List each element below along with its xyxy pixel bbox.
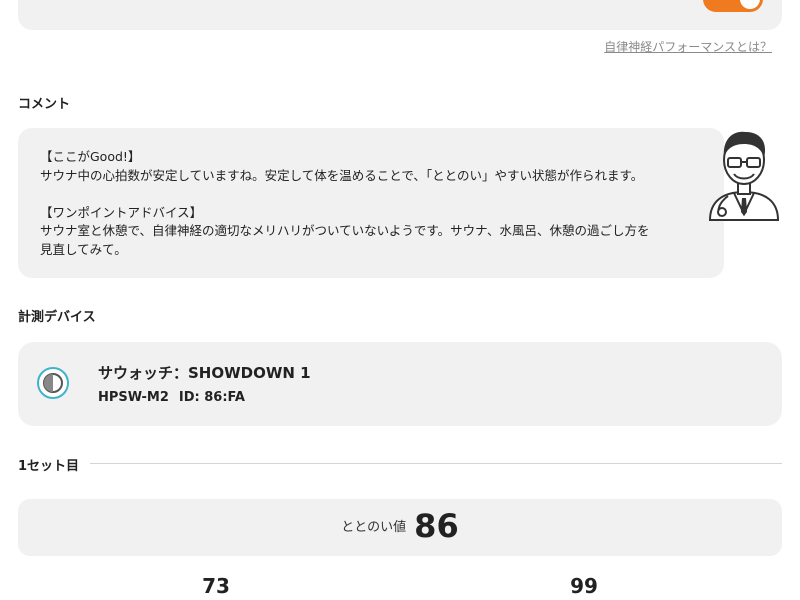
score-value: 86: [414, 507, 459, 545]
totonoi-score-card: ととのい値 86: [18, 499, 782, 556]
set-divider: [90, 463, 782, 464]
device-model: HPSW-M2: [98, 390, 169, 405]
comment-bubble: 【ここがGood!】 サウナ中の心拍数が安定していますね。安定して体を温めること…: [18, 128, 724, 278]
advice-text-line1: サウナ室と休憩で、自律神経の適切なメリハリがついていないようです。サウナ、水風呂…: [40, 223, 650, 238]
device-model-line: HPSW-M2 ID: 86:FA: [98, 390, 255, 405]
watch-device-icon: [37, 367, 69, 399]
device-name: サウォッチ：SHOWDOWN 1: [98, 364, 311, 382]
stat-left-value: 73: [202, 574, 230, 598]
advice-text-line2: 見直してみて。: [40, 241, 127, 257]
advice-heading: 【ワンポイントアドバイス】: [40, 204, 203, 220]
autonomic-toggle[interactable]: [703, 0, 763, 12]
score-label: ととのい値: [341, 520, 407, 535]
device-section-title: 計測デバイス: [18, 310, 96, 325]
good-text: サウナ中の心拍数が安定していますね。安定して体を温めることで、「ととのい」やすい…: [40, 167, 644, 183]
good-heading: 【ここがGood!】: [40, 149, 141, 164]
device-id: ID: 86:FA: [178, 390, 245, 405]
stat-right-value: 99: [570, 574, 598, 598]
toggle-knob: [740, 0, 760, 9]
set-header: 1セット目: [18, 455, 782, 474]
comment-section-title: コメント: [18, 97, 71, 112]
autonomic-performance-help-link[interactable]: 自律神経パフォーマンスとは？: [604, 38, 772, 55]
set-label: 1セット目: [18, 459, 80, 474]
doctor-avatar-icon: [708, 131, 780, 221]
autonomic-performance-card: [18, 0, 782, 30]
device-card[interactable]: サウォッチ：SHOWDOWN 1 HPSW-M2 ID: 86:FA: [18, 342, 782, 426]
